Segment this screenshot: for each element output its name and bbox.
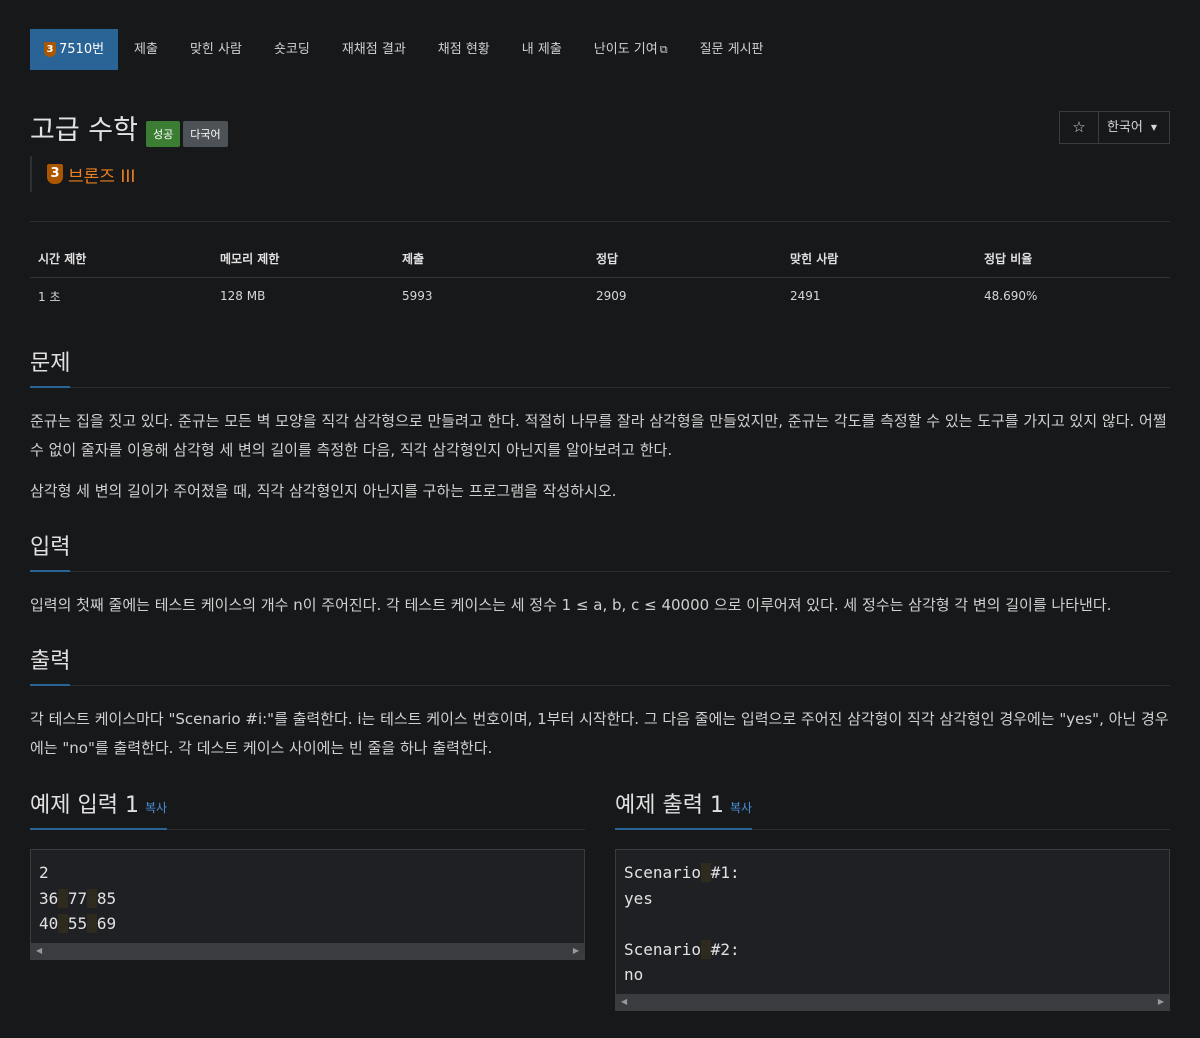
output-description: 각 테스트 케이스마다 "Scenario #i:"를 출력한다. i는 테스트… [30,710,1169,757]
sample-output-title: 예제 출력 1 [615,793,724,818]
language-select-value: 한국어 [1106,120,1143,135]
sample-input-title-wrap: 예제 입력 1 복사 [30,787,168,830]
tab-difficulty-contribution[interactable]: 난이도 기여 ⧉ [578,29,684,70]
caret-down-icon: ▼ [1150,123,1157,132]
input-description: 입력의 첫째 줄에는 테스트 케이스의 개수 n이 주어진다. 각 테스트 케이… [30,596,1112,614]
tab-problem-label: 7510번 [59,42,105,57]
stats-header-accepted: 정답 [588,240,782,278]
scroll-right-icon[interactable]: ▶ [573,943,579,959]
sample-input-line: 2 [39,863,49,882]
tab-my-submissions[interactable]: 내 제출 [506,29,578,70]
tab-rejudge-results[interactable]: 재채점 결과 [326,29,422,70]
sample-output-box[interactable]: Scenario #1: yes Scenario #2: no ◀ ▶ [615,849,1170,1011]
problem-nav: 3 7510번 제출 맞힌 사람 숏코딩 재채점 결과 채점 현황 내 제출 난… [30,29,780,70]
tier-name: 브론즈 III [68,166,136,187]
stats-time-limit: 1 초 [38,289,61,304]
scroll-left-icon[interactable]: ◀ [621,994,627,1010]
title-row: 고급 수학 성공 다국어 [30,108,228,147]
stats-accept-ratio: 48.690% [984,289,1038,303]
stats-header-accept-ratio: 정답 비율 [976,240,1170,278]
stats-solved-users: 2491 [790,289,821,303]
stats-memory-limit: 128 MB [220,289,266,303]
stats-accepted: 2909 [596,289,627,303]
problem-description-2: 삼각형 세 변의 길이가 주어졌을 때, 직각 삼각형인지 아닌지를 구하는 프… [30,482,617,500]
copy-sample-input-button[interactable]: 복사 [145,801,167,815]
stats-value-row: 1 초 128 MB 5993 2909 2491 48.690% [30,278,1170,315]
horizontal-scrollbar[interactable]: ◀ ▶ [31,942,584,959]
tab-solved-users[interactable]: 맞힌 사람 [174,29,258,70]
external-link-icon: ⧉ [659,43,668,56]
tab-problem[interactable]: 3 7510번 [30,29,119,70]
horizontal-scrollbar[interactable]: ◀ ▶ [616,993,1169,1010]
problem-tier[interactable]: 3 브론즈 III [30,156,135,192]
input-section-title: 입력 [30,529,71,572]
problem-actions: ☆ 한국어 ▼ [1058,111,1170,144]
tab-judge-status[interactable]: 채점 현황 [422,29,506,70]
sample-output-header: 예제 출력 1 복사 [615,787,1170,830]
bronze-tier-icon: 3 [44,42,56,57]
sample-input-header: 예제 입력 1 복사 [30,787,585,830]
tab-difficulty-label: 난이도 기여 [593,42,658,57]
sample-output-line: yes [624,888,653,908]
problem-description: 준규는 집을 짓고 있다. 준규는 모든 벽 모양을 직각 삼각형으로 만들려고… [30,412,1167,459]
sample-input-text: 2 36 77 85 40 55 69 [39,863,117,933]
favorite-star-button[interactable]: ☆ [1060,112,1099,143]
output-section-title: 출력 [30,643,71,686]
scroll-right-icon[interactable]: ▶ [1158,994,1164,1010]
problem-stats-table: 시간 제한 메모리 제한 제출 정답 맞힌 사람 정답 비율 1 초 128 M… [30,240,1170,314]
sample-input-title: 예제 입력 1 [30,793,139,818]
multilang-badge: 다국어 [183,120,228,147]
stats-header-memory-limit: 메모리 제한 [212,240,394,278]
tab-submit[interactable]: 제출 [118,29,174,70]
bronze-tier-icon: 3 [47,164,63,184]
sample-output-line: no [624,965,644,984]
output-section-header: 출력 [30,643,1170,686]
input-section-header: 입력 [30,529,1170,572]
sample-output-title-wrap: 예제 출력 1 복사 [615,787,753,830]
stats-header-row: 시간 제한 메모리 제한 제출 정답 맞힌 사람 정답 비율 [30,240,1170,278]
scroll-left-icon[interactable]: ◀ [36,943,42,959]
language-select[interactable]: 한국어 ▼ [1099,112,1169,143]
success-badge: 성공 [145,120,181,147]
problem-section-header: 문제 [30,345,1170,388]
problem-section-title: 문제 [30,345,71,388]
stats-header-submissions: 제출 [394,240,588,278]
divider [30,221,1170,222]
sample-input-box[interactable]: 2 36 77 85 40 55 69 ◀ ▶ [30,849,585,960]
stats-header-solved-users: 맞힌 사람 [782,240,976,278]
star-icon: ☆ [1072,118,1086,136]
tab-question-board[interactable]: 질문 게시판 [684,29,780,70]
sample-output-text: Scenario #1: yes Scenario #2: no [624,863,740,984]
copy-sample-output-button[interactable]: 복사 [730,801,752,815]
stats-header-time-limit: 시간 제한 [30,240,212,278]
page-title: 고급 수학 [30,115,138,146]
stats-submissions: 5993 [402,289,433,303]
tab-short-coding[interactable]: 숏코딩 [258,29,326,70]
